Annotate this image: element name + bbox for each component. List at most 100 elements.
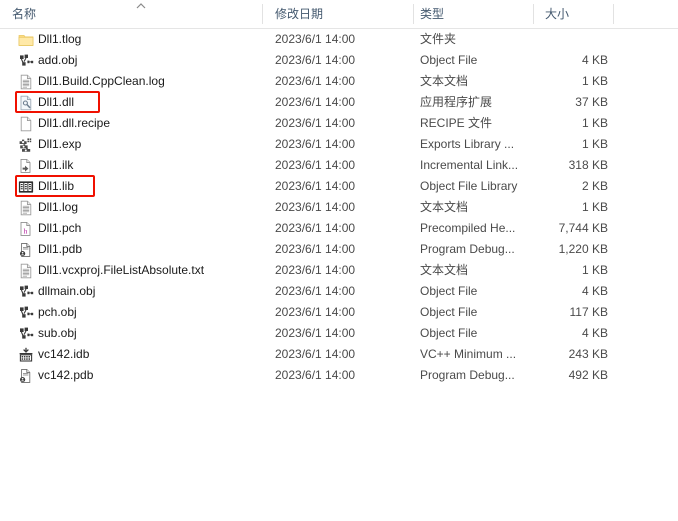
folder-icon — [18, 32, 34, 48]
column-header-name[interactable]: 名称 — [12, 0, 252, 28]
file-name-cell: pch.obj — [38, 305, 77, 319]
file-name-cell: Dll1.vcxproj.FileListAbsolute.txt — [38, 263, 205, 277]
file-type-cell: 文本文档 — [420, 200, 469, 214]
column-divider-date-type[interactable] — [413, 4, 414, 24]
column-divider-size-end[interactable] — [613, 4, 614, 24]
file-date-cell: 2023/6/1 14:00 — [275, 137, 356, 151]
file-date-cell: 2023/6/1 14:00 — [275, 326, 356, 340]
file-row[interactable]: pch.obj 2023/6/1 14:00 Object File 117 KB — [0, 302, 678, 323]
file-name-cell: Dll1.exp — [38, 137, 82, 151]
file-type-cell: 文件夹 — [420, 32, 457, 46]
file-date-cell: 2023/6/1 14:00 — [275, 368, 356, 382]
file-size-cell — [541, 29, 608, 50]
file-date-cell: 2023/6/1 14:00 — [275, 284, 356, 298]
dll-file-icon — [18, 95, 34, 111]
file-size-cell: 37 KB — [575, 95, 608, 109]
file-type-cell: 应用程序扩展 — [420, 95, 493, 109]
file-row[interactable]: Dll1.dll 2023/6/1 14:00 应用程序扩展 37 KB — [0, 92, 678, 113]
column-header-date-modified[interactable]: 修改日期 — [275, 0, 405, 28]
file-type-cell: Object File Library — [420, 179, 518, 193]
file-row[interactable]: add.obj 2023/6/1 14:00 Object File 4 KB — [0, 50, 678, 71]
precompiled-header-icon: h — [18, 221, 34, 237]
file-size-cell: 117 KB — [569, 305, 608, 319]
file-name-cell: Dll1.lib — [38, 179, 75, 193]
file-name-cell: sub.obj — [38, 326, 77, 340]
file-type-cell: VC++ Minimum ... — [420, 347, 517, 361]
file-row[interactable]: vc142.idb 2023/6/1 14:00 VC++ Minimum ... 2… — [0, 344, 678, 365]
idb-file-icon — [18, 347, 34, 363]
text-document-icon — [18, 74, 34, 90]
file-type-cell: 文本文档 — [420, 263, 469, 277]
file-name-cell: Dll1.tlog — [38, 32, 82, 46]
file-date-cell: 2023/6/1 14:00 — [275, 221, 356, 235]
file-date-cell: 2023/6/1 14:00 — [275, 158, 356, 172]
file-row[interactable]: Dll1.lib 2023/6/1 14:00 Object File Librar… — [0, 176, 678, 197]
file-type-cell: RECIPE 文件 — [420, 116, 493, 130]
exports-library-icon — [18, 137, 34, 153]
program-database-icon — [18, 368, 34, 384]
incremental-link-icon — [18, 158, 34, 174]
file-name-cell: vc142.pdb — [38, 368, 94, 382]
file-date-cell: 2023/6/1 14:00 — [275, 32, 356, 46]
file-row[interactable]: Dll1.Build.CppClean.log 2023/6/1 14:00 文本文… — [0, 71, 678, 92]
column-header-size[interactable]: 大小 — [545, 0, 607, 28]
file-row[interactable]: sub.obj 2023/6/1 14:00 Object File 4 KB — [0, 323, 678, 344]
text-document-icon — [18, 263, 34, 279]
file-name-cell: dllmain.obj — [38, 284, 96, 298]
file-row[interactable]: Dll1.exp 2023/6/1 14:00 Exports Library ..… — [0, 134, 678, 155]
column-divider-type-size[interactable] — [533, 4, 534, 24]
file-date-cell: 2023/6/1 14:00 — [275, 74, 356, 88]
file-date-cell: 2023/6/1 14:00 — [275, 305, 356, 319]
file-type-cell: Program Debug... — [420, 242, 515, 256]
file-name-cell: Dll1.Build.CppClean.log — [38, 74, 165, 88]
file-type-cell: Incremental Link... — [420, 158, 519, 172]
text-document-icon — [18, 200, 34, 216]
file-row[interactable]: vc142.pdb 2023/6/1 14:00 Program Debug... 4… — [0, 365, 678, 386]
file-row[interactable]: Dll1.log 2023/6/1 14:00 文本文档 1 KB — [0, 197, 678, 218]
file-size-cell: 1 KB — [581, 200, 608, 214]
file-name-cell: Dll1.dll — [38, 95, 75, 109]
file-type-cell: Object File — [420, 53, 478, 67]
file-date-cell: 2023/6/1 14:00 — [275, 347, 356, 361]
file-row[interactable]: Dll1.vcxproj.FileListAbsolute.txt 2023/6/… — [0, 260, 678, 281]
file-size-cell: 318 KB — [568, 158, 608, 172]
column-header-type[interactable]: 类型 — [420, 0, 525, 28]
file-type-cell: Precompiled He... — [420, 221, 516, 235]
file-name-cell: Dll1.dll.recipe — [38, 116, 111, 130]
library-file-icon — [18, 179, 34, 195]
file-type-cell: Object File — [420, 326, 478, 340]
file-name-cell: add.obj — [38, 53, 78, 67]
file-size-cell: 1 KB — [581, 116, 608, 130]
file-row[interactable]: Dll1.tlog 2023/6/1 14:00 文件夹 — [0, 29, 678, 50]
file-date-cell: 2023/6/1 14:00 — [275, 263, 356, 277]
file-list: Dll1.tlog 2023/6/1 14:00 文件夹 add.obj 2023/6/… — [0, 29, 678, 386]
program-database-icon — [18, 242, 34, 258]
file-row[interactable]: Dll1.pdb 2023/6/1 14:00 Program Debug... 1,… — [0, 239, 678, 260]
obj-file-icon — [18, 284, 34, 300]
file-size-cell: 492 KB — [568, 368, 608, 382]
obj-file-icon — [18, 326, 34, 342]
file-date-cell: 2023/6/1 14:00 — [275, 200, 356, 214]
obj-file-icon — [18, 53, 34, 69]
file-type-cell: Exports Library ... — [420, 137, 515, 151]
file-type-cell: Object File — [420, 305, 478, 319]
file-name-cell: Dll1.ilk — [38, 158, 74, 172]
file-name-cell: Dll1.log — [38, 200, 79, 214]
file-row[interactable]: h Dll1.pch 2023/6/1 14:00 Precompiled He...… — [0, 218, 678, 239]
column-divider-name-date[interactable] — [262, 4, 263, 24]
file-name-cell: vc142.idb — [38, 347, 90, 361]
file-row[interactable]: Dll1.ilk 2023/6/1 14:00 Incremental Link..… — [0, 155, 678, 176]
file-name-cell: Dll1.pdb — [38, 242, 83, 256]
file-size-cell: 1 KB — [581, 263, 608, 277]
file-name-cell: Dll1.pch — [38, 221, 82, 235]
file-date-cell: 2023/6/1 14:00 — [275, 53, 356, 67]
file-size-cell: 4 KB — [581, 53, 608, 67]
file-date-cell: 2023/6/1 14:00 — [275, 116, 356, 130]
file-row[interactable]: dllmain.obj 2023/6/1 14:00 Object File 4 KB — [0, 281, 678, 302]
file-size-cell: 243 KB — [568, 347, 608, 361]
file-row[interactable]: Dll1.dll.recipe 2023/6/1 14:00 RECIPE 文件 1 … — [0, 113, 678, 134]
svg-text:h: h — [24, 226, 28, 235]
column-header-row: 名称 修改日期 类型 大小 — [0, 0, 678, 29]
file-date-cell: 2023/6/1 14:00 — [275, 242, 356, 256]
file-size-cell: 1 KB — [581, 137, 608, 151]
